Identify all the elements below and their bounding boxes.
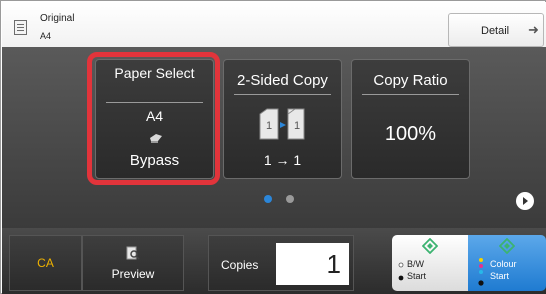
copy-screen: Original A4 Detail ➜ Paper Select A4 Byp… [0,0,546,294]
original-size: A4 [40,31,52,41]
selection-highlight [87,52,220,185]
detail-button[interactable]: Detail ➜ [448,13,544,47]
two-sided-copy-tile[interactable]: 2-Sided Copy 1 1 1 → 1 [223,59,342,179]
bw-start-button[interactable]: B/W Start [392,235,468,291]
next-page-button[interactable] [516,192,534,210]
copies-input[interactable]: 1 [276,243,349,285]
copy-ratio-title: Copy Ratio [373,72,448,89]
detail-label: Detail [481,25,510,37]
copy-ratio-value: 100% [384,123,437,145]
copies-label: Copies [221,258,259,272]
bw-mode-label: B/W [407,259,424,269]
two-sided-copy-title: 2-Sided Copy [237,72,328,89]
bw-mode-indicator [398,262,404,281]
svg-text:1: 1 [294,120,300,132]
original-label: Original [40,13,75,24]
clear-all-button[interactable]: CA [9,235,82,291]
main-panel: Paper Select A4 Bypass 2-Sided Copy 1 1 … [2,47,546,228]
top-bar: Original A4 Detail ➜ [2,2,546,47]
colour-start-label: Start [490,271,510,281]
bw-start-label: Start [407,271,427,281]
copies-value: 1 [326,249,341,279]
next-page-icon [523,197,528,205]
colour-mode-label: Colour [490,259,517,269]
page-dot-active[interactable] [264,195,272,203]
preview-label: Preview [111,267,155,281]
clear-all-label: CA [37,256,54,270]
copies-control: Copies 1 [208,235,354,291]
preview-button[interactable]: Preview [82,235,184,291]
tile-divider [234,94,331,95]
colour-start-button[interactable]: Colour Start [468,235,546,291]
two-sided-copy-value: 1 → 1 [263,152,302,168]
bottom-bar: CA Preview Copies 1 B/W Start Colour Sta… [2,228,546,294]
preview-icon [126,246,140,260]
start-diamond-icon [499,238,515,254]
copy-ratio-tile[interactable]: Copy Ratio 100% [351,59,470,179]
detail-arrow-icon: ➜ [528,22,539,37]
duplex-icon: 1 1 [259,108,305,140]
svg-text:1: 1 [266,120,272,132]
page-dot[interactable] [286,195,294,203]
tile-divider [362,94,459,95]
original-doc-icon [14,20,27,35]
start-diamond-icon [422,238,438,254]
colour-mode-indicator [478,258,484,286]
